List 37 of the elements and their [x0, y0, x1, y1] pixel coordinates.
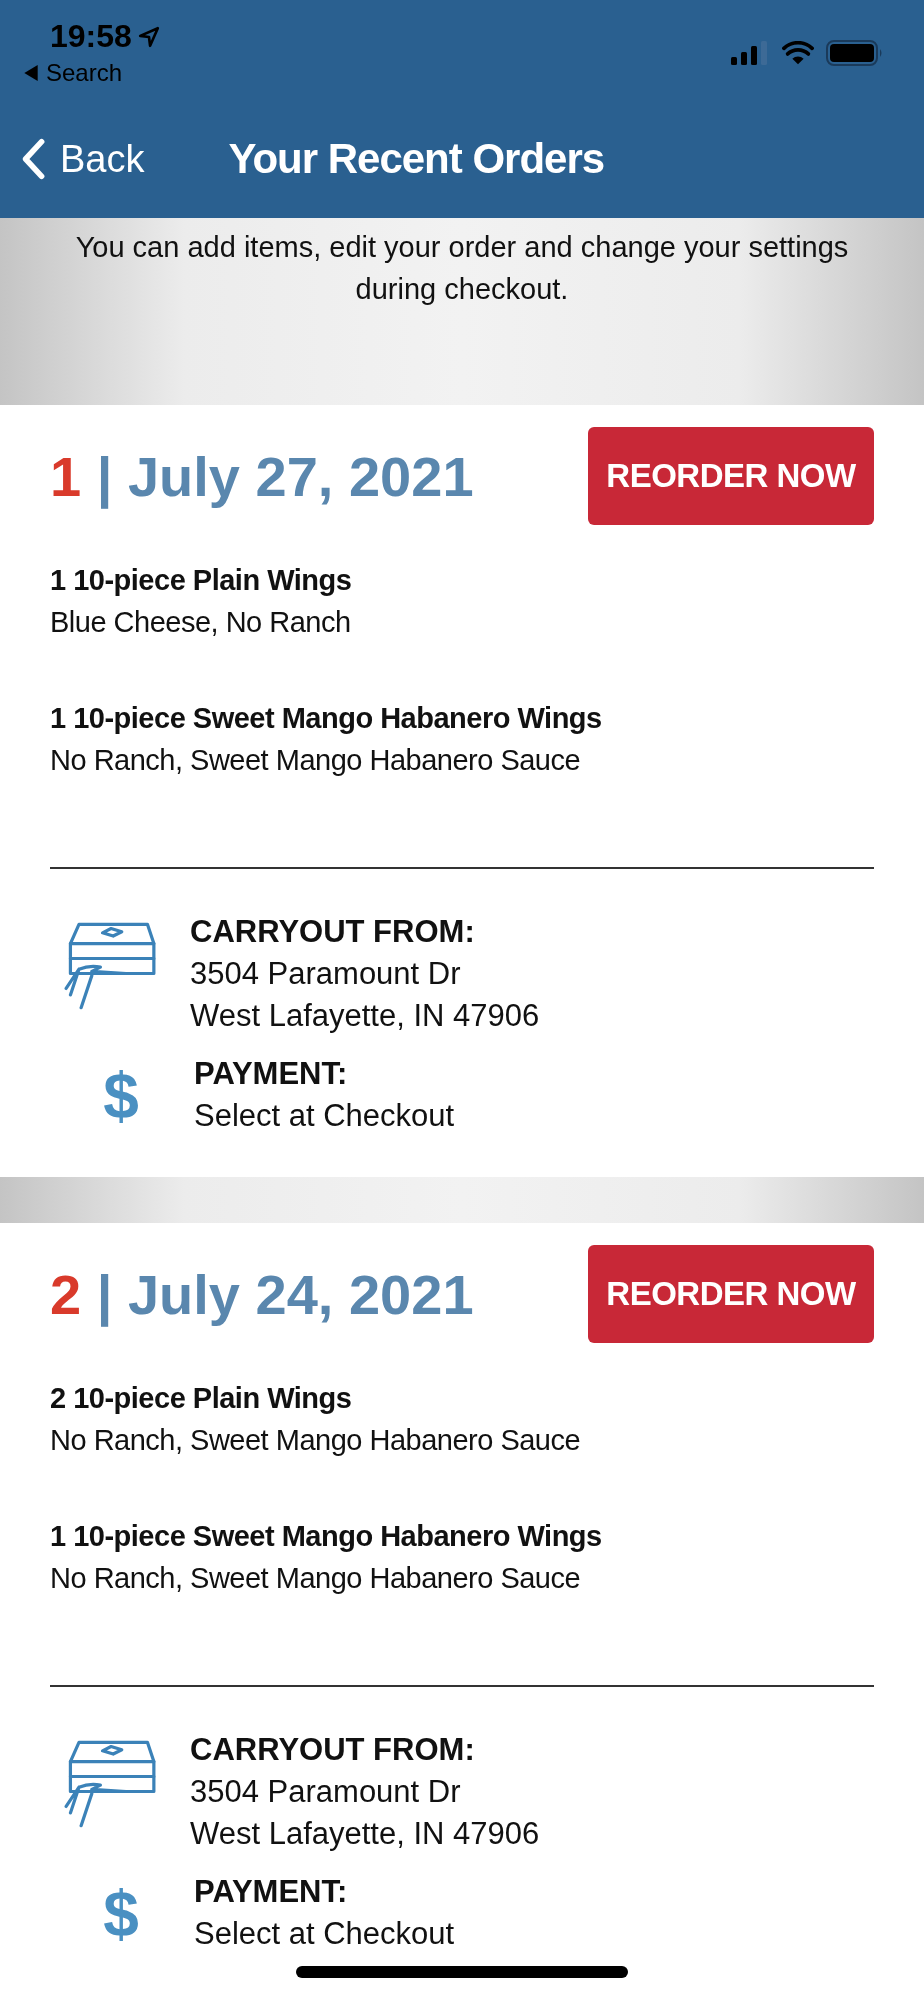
order-heading: 2 | July 24, 2021: [50, 1261, 474, 1327]
signal-icon: [730, 41, 770, 65]
location-arrow-icon: [137, 25, 160, 48]
wifi-icon: [782, 41, 814, 65]
item-name: 2 10-piece Plain Wings: [50, 1381, 353, 1416]
back-button[interactable]: Back: [20, 137, 145, 181]
reorder-button[interactable]: REORDER NOW: [588, 1245, 874, 1343]
battery-icon: [826, 40, 884, 66]
reorder-button[interactable]: REORDER NOW: [588, 427, 874, 525]
payment-label: PAYMENT:: [194, 1055, 349, 1093]
address-line: 3504 Paramount Dr: [190, 1773, 462, 1811]
payment-value: Select at Checkout: [194, 1915, 455, 1953]
item-options: No Ranch, Sweet Mango Habanero Sauce: [50, 739, 874, 781]
carryout-label: CARRYOUT FROM:: [190, 913, 476, 951]
item-options: No Ranch, Sweet Mango Habanero Sauce: [50, 1419, 874, 1461]
payment-value: Select at Checkout: [194, 1097, 455, 1135]
dollar-icon: $: [88, 1061, 154, 1131]
address-line: West Lafayette, IN 47906: [190, 997, 540, 1035]
item-name: 1 10-piece Sweet Mango Habanero Wings: [50, 1519, 603, 1554]
item-options: No Ranch, Sweet Mango Habanero Sauce: [50, 1557, 874, 1599]
hand-holding-box-icon: [64, 1739, 156, 1829]
back-triangle-icon: [24, 65, 38, 81]
carryout-label: CARRYOUT FROM:: [190, 1731, 476, 1769]
status-time: 19:58: [50, 18, 132, 55]
order-heading: 1 | July 27, 2021: [50, 443, 474, 509]
hand-holding-box-icon: [64, 921, 156, 1011]
address-line: West Lafayette, IN 47906: [190, 1815, 540, 1853]
banner-text: You can add items, edit your order and change your settings during checkout.: [74, 230, 850, 307]
back-to-app-button[interactable]: Search: [24, 59, 123, 87]
item-name: 1 10-piece Sweet Mango Habanero Wings: [50, 701, 603, 736]
payment-label: PAYMENT:: [194, 1873, 349, 1911]
item-options: Blue Cheese, No Ranch: [50, 601, 874, 643]
address-line: 3504 Paramount Dr: [190, 955, 462, 993]
page-title: Your Recent Orders: [228, 135, 605, 183]
dollar-icon: $: [88, 1879, 154, 1949]
back-chevron-icon: [20, 138, 46, 180]
item-name: 1 10-piece Plain Wings: [50, 563, 353, 598]
